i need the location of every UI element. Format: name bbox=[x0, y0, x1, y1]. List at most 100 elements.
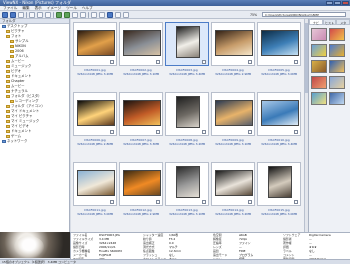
folder-icon bbox=[6, 70, 10, 73]
grid-icon[interactable] bbox=[107, 11, 113, 18]
thumbnail-info: 3264×2448 JPEG 2.8MB bbox=[76, 142, 114, 146]
filter-icon[interactable] bbox=[115, 11, 121, 18]
thumbnail-checkbox[interactable] bbox=[202, 130, 206, 134]
thumbnail-checkbox[interactable] bbox=[156, 60, 160, 64]
panel-tab[interactable]: メタ bbox=[336, 19, 350, 25]
rotate-left-icon[interactable] bbox=[56, 11, 62, 18]
thumbnail-checkbox[interactable] bbox=[110, 130, 114, 134]
folder-icon bbox=[6, 65, 10, 68]
zoom-label: 75% bbox=[250, 13, 258, 17]
thumbnail-image bbox=[261, 100, 299, 126]
thumbnail-image bbox=[176, 96, 200, 128]
slideshow-icon[interactable] bbox=[91, 11, 97, 18]
thumbnail-item[interactable]: DSCF0013.jpg 3264×2448 JPEG 3.1MB bbox=[165, 162, 209, 220]
thumbnail-info: 3264×2448 JPEG 3.2MB bbox=[76, 72, 114, 76]
folder-icon bbox=[6, 95, 10, 98]
thumbnail-item[interactable]: DSCF0004.jpg 3264×2448 JPEG 2.9MB bbox=[211, 22, 255, 80]
thumbnail-frame bbox=[257, 92, 301, 136]
forward-icon[interactable] bbox=[10, 11, 16, 18]
thumbnail-checkbox[interactable] bbox=[156, 130, 160, 134]
thumbnail-frame bbox=[211, 22, 255, 66]
folder-tree-item[interactable]: ネットワーク bbox=[0, 139, 69, 144]
thumbnail-checkbox[interactable] bbox=[202, 200, 206, 204]
email-icon[interactable] bbox=[80, 11, 86, 18]
thumbnail-item[interactable]: DSCF0002.jpg 3264×2448 JPEG 3.1MB bbox=[119, 22, 163, 80]
thumbnail-item[interactable]: DSCF0001.jpg 3264×2448 JPEG 3.2MB bbox=[73, 22, 117, 80]
thumbnail-checkbox[interactable] bbox=[110, 200, 114, 204]
thumbnail-image bbox=[123, 170, 161, 196]
minimize-button[interactable] bbox=[326, 1, 333, 5]
thumbnail-frame bbox=[211, 162, 255, 206]
thumbnail-checkbox[interactable] bbox=[294, 130, 298, 134]
panel-thumbnail[interactable] bbox=[329, 60, 345, 73]
thumbnail-item[interactable]: DSCF0012.jpg 3264×2448 JPEG 2.9MB bbox=[119, 162, 163, 220]
back-icon[interactable] bbox=[2, 11, 8, 18]
window-title: ViewNX - Nikon (Pictures) フォルダ bbox=[3, 0, 71, 5]
panel-tab[interactable]: ナビ bbox=[309, 19, 323, 25]
thumbnail-item[interactable]: DSCF0003.jpg 3264×2448 JPEG 3.4MB bbox=[165, 22, 209, 80]
thumbnail-item[interactable]: DSCF0005.jpg 3264×2448 JPEG 3.0MB bbox=[257, 22, 301, 80]
thumbnail-checkbox[interactable] bbox=[110, 60, 114, 64]
toolbar-separator bbox=[26, 11, 27, 18]
thumbnail-info: 3264×2448 JPEG 3.0MB bbox=[76, 212, 114, 216]
folder-icon bbox=[6, 30, 10, 33]
status-bar: 15個のオブジェクト（1個選択） 3.4MB コンピュータ bbox=[0, 259, 350, 264]
thumbnail-checkbox[interactable] bbox=[294, 60, 298, 64]
folder-icon bbox=[10, 45, 14, 48]
thumbnail-checkbox[interactable] bbox=[202, 60, 206, 64]
thumbnail-item[interactable]: DSCF0009.jpg 3264×2448 JPEG 3.1MB bbox=[211, 92, 255, 150]
thumbnail-image bbox=[261, 30, 299, 56]
thumbnail-item[interactable]: DSCF0011.jpg 3264×2448 JPEG 3.0MB bbox=[73, 162, 117, 220]
panel-thumbnail[interactable] bbox=[311, 76, 327, 89]
menu-item[interactable]: 編集 bbox=[22, 6, 29, 10]
folder-icon bbox=[6, 105, 10, 108]
maximize-button[interactable] bbox=[334, 1, 341, 5]
panel-thumbnail[interactable] bbox=[329, 76, 345, 89]
thumbnail-item[interactable]: DSCF0006.jpg 3264×2448 JPEG 2.8MB bbox=[73, 92, 117, 150]
thumbnail-item[interactable]: DSCF0008.jpg 3264×2448 JPEG 3.2MB bbox=[165, 92, 209, 150]
thumbnail-checkbox[interactable] bbox=[248, 130, 252, 134]
thumbnail-image bbox=[77, 170, 115, 196]
menu-item[interactable]: イメージ bbox=[47, 6, 61, 10]
panel-thumbnail[interactable] bbox=[329, 92, 345, 105]
panel-thumbnail[interactable] bbox=[311, 92, 327, 105]
thumbnail-checkbox[interactable] bbox=[248, 60, 252, 64]
folder-icon bbox=[6, 135, 10, 138]
folder-up-icon[interactable] bbox=[18, 11, 24, 18]
edit-icon[interactable] bbox=[99, 11, 105, 18]
close-button[interactable] bbox=[342, 1, 349, 5]
view-image-icon[interactable] bbox=[45, 11, 51, 18]
menu-item[interactable]: 表示 bbox=[35, 6, 42, 10]
thumbnail-checkbox[interactable] bbox=[156, 200, 160, 204]
thumbnail-checkbox[interactable] bbox=[294, 200, 298, 204]
menu-item[interactable]: ヘルプ bbox=[82, 6, 93, 10]
thumbnail-frame bbox=[73, 92, 117, 136]
folder-icon bbox=[6, 120, 10, 123]
sort-icon[interactable] bbox=[123, 11, 129, 18]
panel-thumbnail[interactable] bbox=[311, 60, 327, 73]
thumbnail-item[interactable]: DSCF0015.jpg 3264×2448 JPEG 3.0MB bbox=[257, 162, 301, 220]
menu-item[interactable]: ファイル bbox=[3, 6, 17, 10]
panel-thumbnail[interactable] bbox=[329, 44, 345, 57]
thumbnail-checkbox[interactable] bbox=[248, 200, 252, 204]
panel-tab[interactable]: ヒスト bbox=[322, 19, 337, 25]
folder-icon bbox=[10, 40, 14, 43]
thumbnail-item[interactable]: DSCF0007.jpg 3264×2448 JPEG 3.3MB bbox=[119, 92, 163, 150]
print-icon[interactable] bbox=[72, 11, 78, 18]
thumbnail-item[interactable]: DSCF0010.jpg 3264×2448 JPEG 3.4MB bbox=[257, 92, 301, 150]
path-field[interactable]: C:\Users\Pictures\NIKON\Album\8MP bbox=[262, 12, 346, 17]
view-list-icon[interactable] bbox=[29, 11, 35, 18]
panel-thumbnail[interactable] bbox=[311, 44, 327, 57]
folder-icon bbox=[6, 75, 10, 78]
rotate-right-icon[interactable] bbox=[64, 11, 70, 18]
folder-icon bbox=[2, 140, 6, 143]
view-thumbs-icon[interactable] bbox=[37, 11, 43, 18]
toolbar-separator bbox=[53, 11, 54, 18]
thumbnail-image bbox=[268, 166, 292, 198]
panel-thumbnail[interactable] bbox=[311, 28, 327, 41]
thumbnail-item[interactable]: DSCF0014.jpg 3264×2448 JPEG 3.2MB bbox=[211, 162, 255, 220]
menu-item[interactable]: ツール bbox=[66, 6, 77, 10]
property-value: Digital Camera bbox=[309, 233, 331, 237]
panel-thumbnail[interactable] bbox=[329, 28, 345, 41]
thumbnail-info: 3264×2448 JPEG 3.4MB bbox=[168, 72, 206, 76]
